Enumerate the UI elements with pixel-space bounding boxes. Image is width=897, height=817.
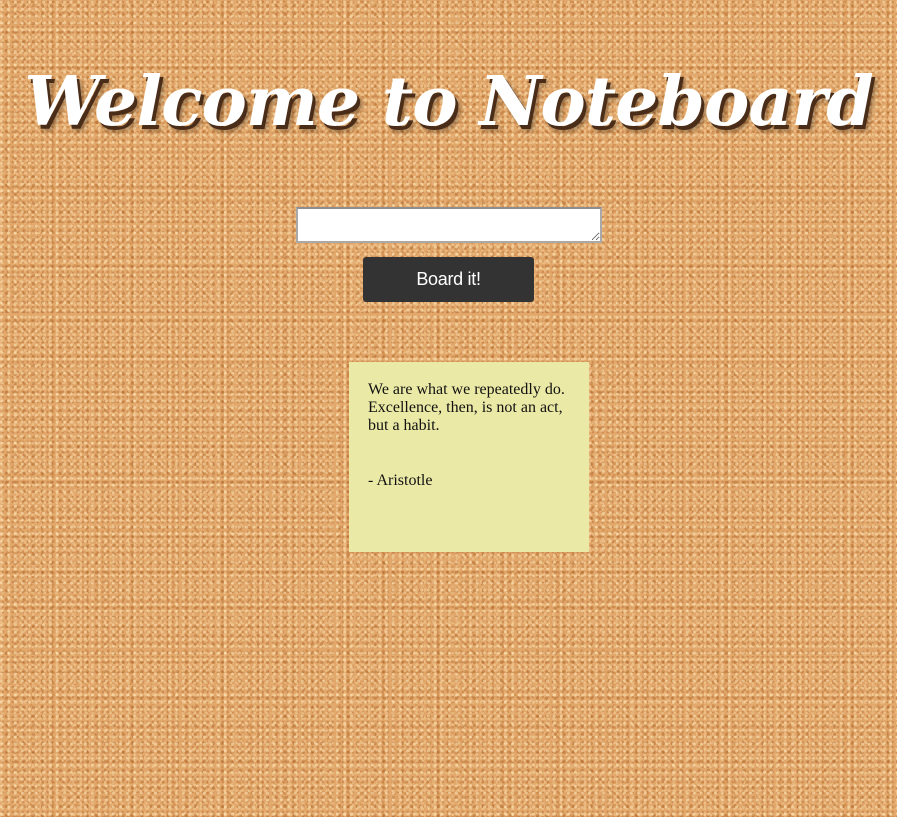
note-text: We are what we repeatedly do. Excellence…: [368, 381, 565, 434]
note-input[interactable]: [296, 207, 602, 243]
sticky-note: We are what we repeatedly do. Excellence…: [349, 362, 589, 552]
page-title: Welcome to Noteboard: [24, 62, 874, 142]
note-author: - Aristotle: [368, 472, 433, 489]
board-it-button[interactable]: Board it!: [363, 257, 534, 302]
